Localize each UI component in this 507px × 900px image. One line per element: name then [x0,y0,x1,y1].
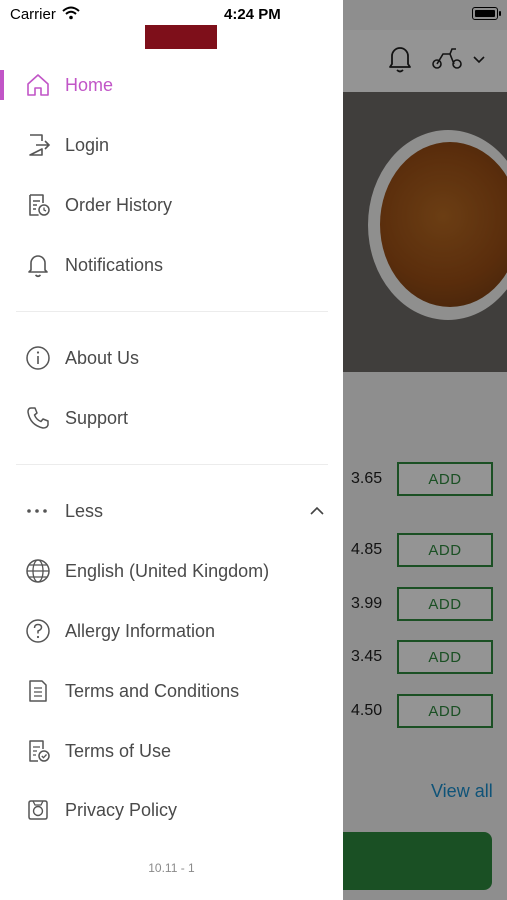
home-icon [27,74,49,96]
privacy-icon [28,800,48,820]
more-dots-icon [27,509,47,513]
menu-item-label: English (United Kingdom) [65,561,270,581]
menu-divider [16,464,328,465]
bell-icon [28,255,48,278]
menu-item-less[interactable]: Less [0,486,343,536]
menu-item-label: Notifications [65,255,164,275]
document-icon [29,680,47,702]
status-time: 4:24 PM [224,6,281,23]
chevron-up-icon[interactable] [308,503,326,519]
menu-item-label: Home [65,75,114,95]
menu-item-label: About Us [65,348,140,368]
order-history-icon [29,194,50,216]
menu-item-label: Terms and Conditions [65,681,240,701]
battery-icon [472,7,498,20]
menu-item-label: Allergy Information [65,621,216,641]
menu-item-home[interactable]: Home [0,60,343,110]
menu-item-privacy-policy[interactable]: Privacy Policy [0,785,343,835]
menu-item-label: Login [65,135,110,155]
menu-item-terms-of-use[interactable]: Terms of Use [0,726,343,776]
menu-item-support[interactable]: Support [0,393,343,443]
menu-item-label: Terms of Use [65,741,172,761]
menu-item-label: Support [65,408,129,428]
app-version: 10.11 - 1 [148,861,195,875]
menu-item-about-us[interactable]: About Us [0,333,343,383]
menu-divider [16,311,328,312]
menu-item-label: Less [65,501,104,521]
menu-item-label: Privacy Policy [65,800,178,820]
menu-item-terms-and-conditions[interactable]: Terms and Conditions [0,666,343,716]
menu-item-order-history[interactable]: Order History [0,180,343,230]
battery-tip [499,11,501,16]
globe-icon [26,559,50,583]
menu-item-allergy-information[interactable]: Allergy Information [0,606,343,656]
info-icon [26,346,50,370]
menu-item-language[interactable]: English (United Kingdom) [0,546,343,596]
menu-item-label: Order History [65,195,173,215]
document-check-icon [29,740,50,762]
question-icon [26,619,50,643]
carrier-label: Carrier [10,6,56,23]
wifi-icon [62,6,80,20]
navigation-drawer: Home Login Order History Notifications A… [0,0,343,900]
menu-item-login[interactable]: Login [0,120,343,170]
status-bar: Carrier 4:24 PM [0,0,507,30]
menu-item-notifications[interactable]: Notifications [0,240,343,290]
phone-icon [27,407,49,429]
login-icon [29,134,51,156]
